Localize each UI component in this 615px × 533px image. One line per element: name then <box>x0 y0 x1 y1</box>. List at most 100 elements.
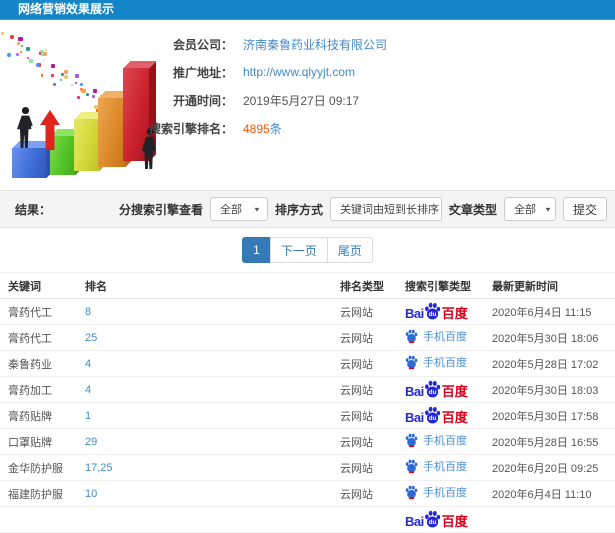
submit-button[interactable]: 提交 <box>562 197 607 221</box>
table-header-row: 关键词 排名 排名类型 搜索引擎类型 最新更新时间 <box>0 272 615 299</box>
result-label: 结果： <box>15 202 52 217</box>
keyword-cell: 福建防护服 <box>8 488 63 501</box>
engine-cell: 手机百度 <box>397 354 484 372</box>
rank-cell: 17,25 <box>77 462 332 474</box>
sort-value: 关键词由短到长排序 <box>339 204 439 216</box>
table-row: 福建防护服 10 云网站 手机百度 2020年6月4日 11:10 <box>0 481 615 507</box>
keyword-cell: 膏药加工 <box>8 384 52 397</box>
svg-text:du: du <box>428 389 436 396</box>
engine-view-select[interactable]: 全部 ▼ <box>209 197 268 221</box>
company-link[interactable]: 济南秦鲁药业科技有限公司 <box>243 36 387 53</box>
promo-url-label: 推广地址： <box>172 65 233 80</box>
svg-text:du: du <box>428 519 436 526</box>
baidu-paw-icon: du <box>424 380 440 398</box>
field-open-time: 开通时间： 2019年5月27日 09:17 <box>0 86 615 114</box>
info-section: 会员公司： 济南秦鲁药业科技有限公司 推广地址： http://www.qlyy… <box>0 20 615 190</box>
baidu-pc-logo: Bai du 百度 <box>405 302 468 320</box>
article-type-label: 文章类型 <box>448 202 497 217</box>
field-company: 会员公司： 济南秦鲁药业科技有限公司 <box>0 30 615 58</box>
rank-cell: 29 <box>77 436 332 448</box>
table-row: 口罩贴牌 29 云网站 手机百度 2020年5月28日 16:55 <box>0 429 615 455</box>
updated-cell: 2020年5月28日 17:02 <box>492 358 599 371</box>
updated-cell: 2020年6月4日 11:10 <box>492 488 592 501</box>
company-label: 会员公司： <box>172 37 233 52</box>
rank-type-cell: 云网站 <box>340 306 373 319</box>
baidu-paw-icon: du <box>424 302 440 320</box>
engine-cell: 手机百度 <box>397 328 484 346</box>
col-rank-type: 排名类型 <box>340 280 384 293</box>
rank-link[interactable]: 17,25 <box>85 462 113 474</box>
open-time-label: 开通时间： <box>172 93 233 108</box>
article-type-value: 全部 <box>513 204 536 216</box>
mobile-baidu-logo: 手机百度 <box>405 354 467 370</box>
baidu-paw-icon: du <box>424 406 440 424</box>
filter-bar: 结果： 分搜索引擎查看 全部 ▼ 排序方式 关键词由短到长排序 ▼ 文章类型 全… <box>0 190 615 228</box>
page-title: 网络营销效果展示 <box>18 2 115 16</box>
baidu-paw-icon <box>405 434 418 448</box>
pagination-area: 1 下一页 尾页 <box>0 228 615 272</box>
rank-link[interactable]: 4 <box>85 358 91 370</box>
rank-type-cell: 云网站 <box>340 488 373 501</box>
table-row: 秦鲁药业 4 云网站 手机百度 2020年5月28日 17:02 <box>0 351 615 377</box>
table-row-partial: Bai du 百度 <box>0 507 615 533</box>
profile-fields: 会员公司： 济南秦鲁药业科技有限公司 推广地址： http://www.qlyy… <box>0 30 615 142</box>
open-time-value: 2019年5月27日 09:17 <box>243 93 360 108</box>
rank-type-cell: 云网站 <box>340 436 373 449</box>
sort-label: 排序方式 <box>274 202 323 217</box>
mobile-baidu-logo: 手机百度 <box>405 484 467 500</box>
rank-type-cell: 云网站 <box>340 358 373 371</box>
baidu-paw-icon <box>405 486 418 500</box>
baidu-pc-logo: Bai du 百度 <box>405 510 468 528</box>
table-row: 膏药代工 8 云网站 Bai du 百度 2020年6月4日 11:15 <box>0 299 615 325</box>
engine-cell: 手机百度 <box>397 432 484 450</box>
rank-cell: 8 <box>77 306 332 318</box>
baidu-paw-icon <box>405 356 418 370</box>
svg-text:du: du <box>428 311 436 318</box>
pagination: 1 下一页 尾页 <box>242 237 373 263</box>
rank-cell: 1 <box>77 410 332 422</box>
keyword-cell: 金华防护服 <box>8 462 63 475</box>
mobile-baidu-logo: 手机百度 <box>405 432 467 448</box>
rank-type-cell: 云网站 <box>340 384 373 397</box>
table-row: 膏药贴牌 1 云网站 Bai du 百度 2020年5月30日 17:58 <box>0 403 615 429</box>
promo-url-link[interactable]: http://www.qlyyjt.com <box>243 65 355 79</box>
keyword-cell: 秦鲁药业 <box>8 358 52 371</box>
baidu-paw-icon <box>405 330 418 344</box>
col-keyword: 关键词 <box>8 280 41 293</box>
engine-view-value: 全部 <box>219 204 242 216</box>
baidu-pc-logo: Bai du 百度 <box>405 380 468 398</box>
sort-select[interactable]: 关键词由短到长排序 ▼ <box>329 197 455 221</box>
col-rank: 排名 <box>85 280 107 293</box>
rank-link[interactable]: 29 <box>85 436 97 448</box>
rank-link[interactable]: 1 <box>85 410 91 422</box>
engine-cell: Bai du 百度 <box>397 380 484 399</box>
table-row: 金华防护服 17,25 云网站 手机百度 2020年6月20日 09:25 <box>0 455 615 481</box>
updated-cell: 2020年5月30日 17:58 <box>492 410 599 423</box>
mobile-baidu-logo: 手机百度 <box>405 328 467 344</box>
rank-count: 4895 <box>243 121 270 136</box>
rank-link[interactable]: 25 <box>85 332 97 344</box>
svg-text:du: du <box>428 415 436 422</box>
updated-cell: 2020年5月30日 18:03 <box>492 384 599 397</box>
updated-cell: 2020年5月30日 18:06 <box>492 332 599 345</box>
rank-cell: 25 <box>77 332 332 344</box>
rank-link[interactable]: 10 <box>85 488 97 500</box>
chevron-down-icon: ▼ <box>543 205 552 213</box>
baidu-paw-icon <box>405 460 418 474</box>
rank-link[interactable]: 4 <box>85 384 91 396</box>
engine-rank-label: 搜索引擎排名： <box>148 121 233 136</box>
article-type-select[interactable]: 全部 ▼ <box>503 197 556 221</box>
page-1-button[interactable]: 1 <box>242 237 271 263</box>
baidu-pc-logo: Bai du 百度 <box>405 406 468 424</box>
rank-type-cell: 云网站 <box>340 332 373 345</box>
chevron-down-icon: ▼ <box>446 205 455 213</box>
next-page-button[interactable]: 下一页 <box>269 237 328 263</box>
rank-type-cell: 云网站 <box>340 462 373 475</box>
table-body: 膏药代工 8 云网站 Bai du 百度 2020年6月4日 11:15 膏药代工… <box>0 299 615 533</box>
updated-cell: 2020年5月28日 16:55 <box>492 436 599 449</box>
engine-rank-value: 4895条 <box>243 120 282 137</box>
last-page-button[interactable]: 尾页 <box>326 237 373 263</box>
updated-cell: 2020年6月4日 11:15 <box>492 306 592 319</box>
rank-link[interactable]: 8 <box>85 306 91 318</box>
rank-cell: 4 <box>77 384 332 396</box>
